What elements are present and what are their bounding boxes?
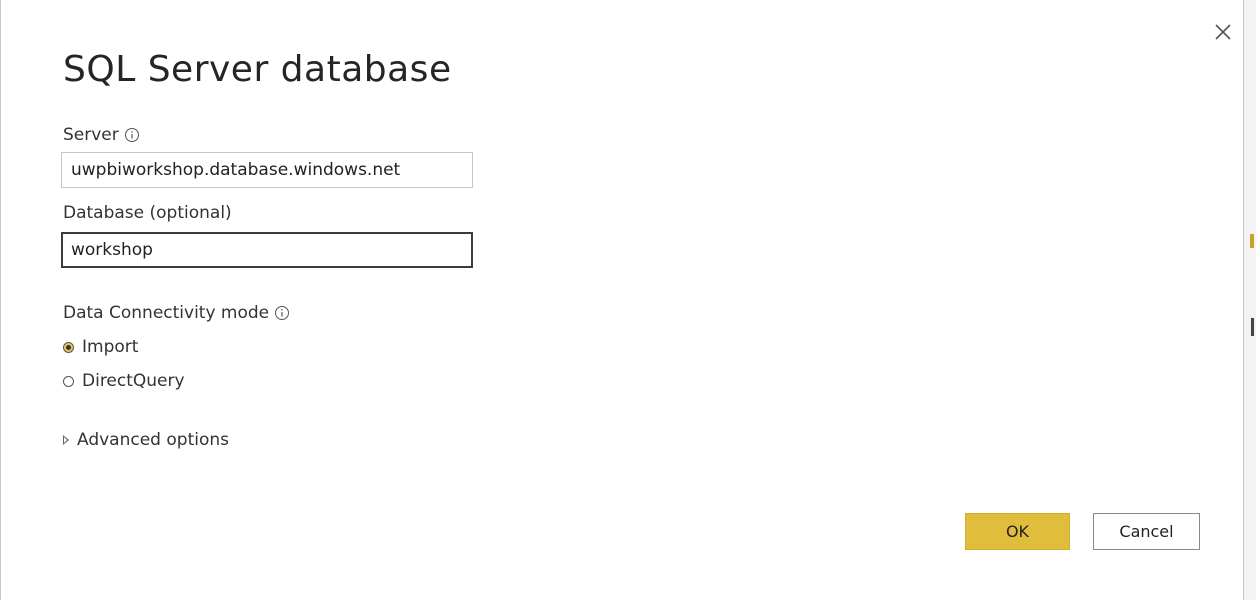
- connectivity-label-row: Data Connectivity mode: [63, 302, 290, 324]
- radio-import[interactable]: Import: [63, 337, 138, 357]
- radio-button-selected[interactable]: [63, 341, 74, 353]
- background-window-edge: [1244, 0, 1256, 600]
- database-label-row: Database (optional): [63, 202, 232, 224]
- advanced-options-label: Advanced options: [77, 430, 229, 450]
- advanced-options-toggle[interactable]: Advanced options: [63, 430, 229, 450]
- radio-button[interactable]: [63, 375, 74, 387]
- database-label: Database (optional): [63, 203, 232, 223]
- close-button[interactable]: [1209, 18, 1237, 46]
- server-label-row: Server: [63, 124, 140, 146]
- cancel-button[interactable]: Cancel: [1093, 513, 1200, 550]
- server-label: Server: [63, 125, 119, 145]
- info-icon[interactable]: [124, 127, 140, 143]
- triangle-right-icon: [63, 435, 69, 445]
- sql-server-dialog: SQL Server database Server Database (opt…: [0, 0, 1244, 600]
- background-accent-mark: [1250, 234, 1254, 248]
- server-input[interactable]: [61, 152, 473, 188]
- radio-directquery[interactable]: DirectQuery: [63, 371, 185, 391]
- connectivity-label: Data Connectivity mode: [63, 303, 270, 323]
- database-input[interactable]: [61, 232, 473, 268]
- close-icon: [1215, 24, 1231, 40]
- ok-button[interactable]: OK: [965, 513, 1070, 550]
- dialog-title: SQL Server database: [63, 49, 452, 90]
- background-cursor-mark: [1251, 318, 1254, 336]
- radio-directquery-label: DirectQuery: [82, 371, 185, 391]
- radio-import-label: Import: [82, 337, 139, 357]
- info-icon[interactable]: [274, 305, 290, 321]
